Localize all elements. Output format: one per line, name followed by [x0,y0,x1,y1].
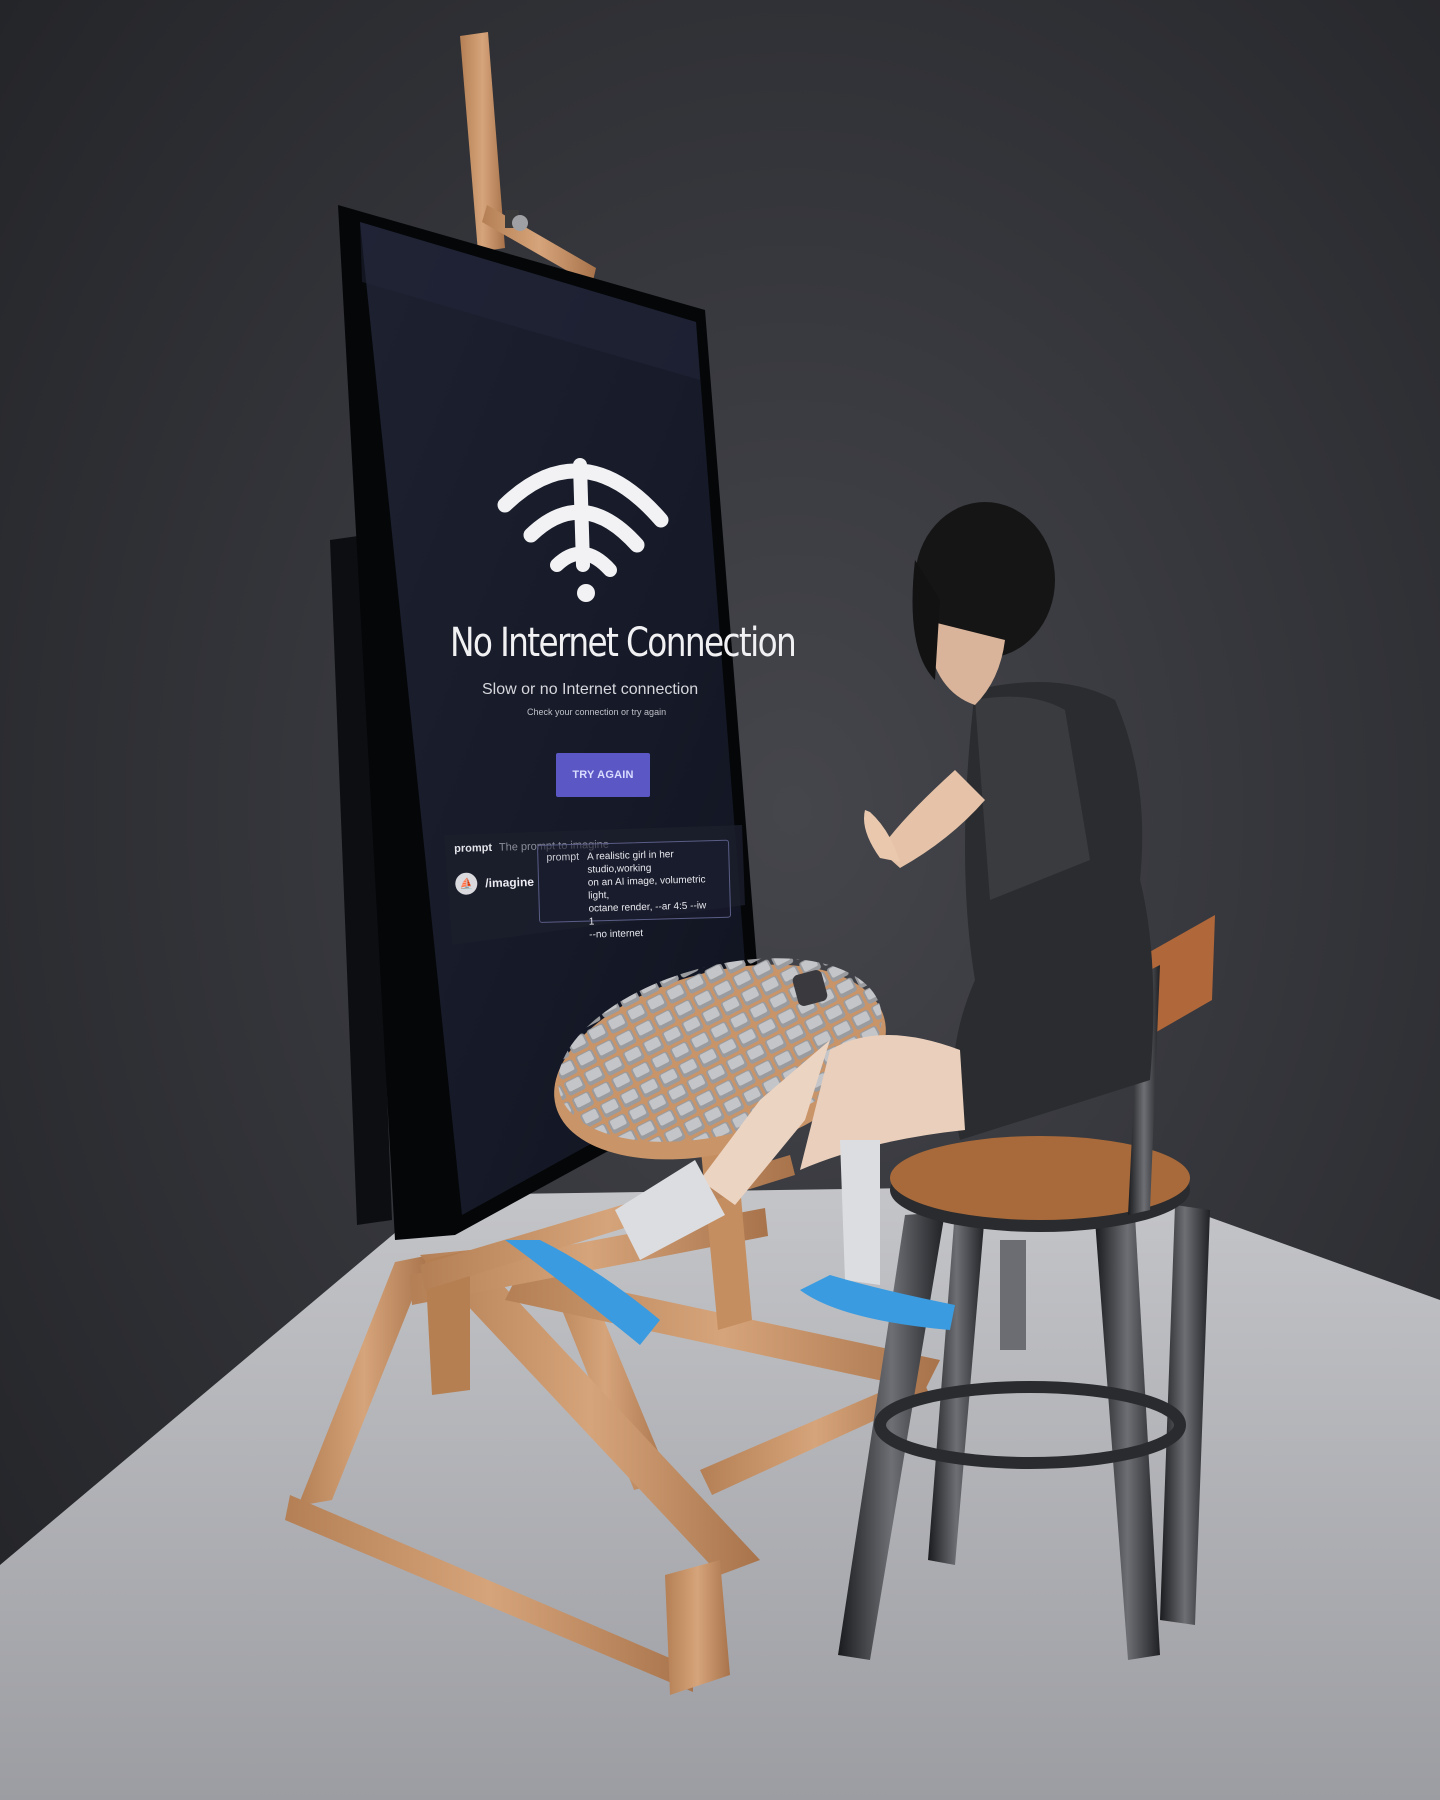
prompt-field-label: prompt [546,850,580,864]
command-name: /imagine [485,874,535,891]
prompt-field-value: A realistic girl in her studio,working o… [586,849,707,941]
prompt-key: prompt [454,841,493,855]
error-subtitle: Slow or no Internet connection [482,681,699,698]
page-title: No Internet Connection [450,620,797,666]
prompt-input[interactable]: prompt A realistic girl in her studio,wo… [537,839,732,941]
discord-bot-icon: ⛵ [455,872,478,895]
try-again-button[interactable]: TRY AGAIN [556,753,650,797]
error-hint: Check your connection or try again [527,707,667,717]
imagine-command[interactable]: ⛵ /imagine [455,871,534,895]
